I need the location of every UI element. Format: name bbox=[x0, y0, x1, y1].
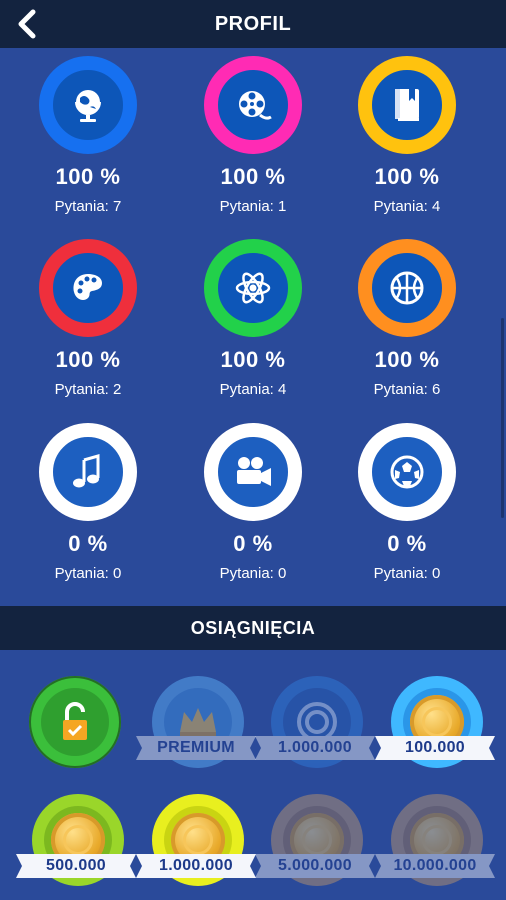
category-football[interactable]: 0 % Pytania: 0 bbox=[332, 423, 482, 582]
category-ring bbox=[358, 423, 456, 521]
book-icon bbox=[395, 89, 419, 121]
achievement-500k[interactable]: 500.000 bbox=[16, 794, 136, 894]
achievement-label: 500.000 bbox=[16, 854, 136, 878]
category-ring bbox=[358, 239, 456, 337]
chevron-left-icon bbox=[18, 9, 36, 39]
category-percent: 0 % bbox=[387, 531, 427, 556]
achievement-premium[interactable]: PREMIUM bbox=[136, 676, 256, 776]
achievement-label: 5.000.000 bbox=[255, 854, 375, 878]
category-questions: Pytania: 4 bbox=[373, 198, 441, 215]
category-ring bbox=[358, 56, 456, 154]
back-button[interactable] bbox=[8, 4, 48, 44]
scrollbar[interactable] bbox=[501, 318, 504, 518]
soccer-ball-icon bbox=[390, 455, 424, 489]
category-literature[interactable]: 100 % Pytania: 4 bbox=[332, 56, 482, 215]
category-percent: 0 % bbox=[233, 531, 273, 556]
category-percent: 100 % bbox=[220, 347, 286, 372]
app-header: PROFIL bbox=[0, 0, 506, 48]
category-percent: 100 % bbox=[374, 164, 440, 189]
atom-icon bbox=[235, 272, 271, 304]
movie-camera-icon bbox=[237, 457, 271, 486]
achievement-label: 1.000.000 bbox=[255, 736, 375, 760]
category-science[interactable]: 100 % Pytania: 4 bbox=[178, 239, 328, 398]
category-geography[interactable]: 100 % Pytania: 7 bbox=[13, 56, 163, 215]
category-questions: Pytania: 4 bbox=[219, 381, 287, 398]
category-percent: 100 % bbox=[55, 347, 121, 372]
category-ring bbox=[204, 56, 302, 154]
category-ring bbox=[39, 239, 137, 337]
achievement-5m[interactable]: 5.000.000 bbox=[255, 794, 375, 894]
category-cinema[interactable]: 0 % Pytania: 0 bbox=[178, 423, 328, 582]
category-questions: Pytania: 7 bbox=[54, 198, 122, 215]
category-ring bbox=[39, 423, 137, 521]
palette-icon bbox=[73, 274, 102, 300]
basketball-icon bbox=[390, 271, 424, 305]
achievement-label: 100.000 bbox=[375, 736, 495, 760]
category-questions: Pytania: 0 bbox=[219, 565, 287, 582]
achievements-header: OSIĄGNIĘCIA bbox=[0, 606, 506, 650]
page-title: PROFIL bbox=[214, 12, 292, 35]
category-art[interactable]: 100 % Pytania: 2 bbox=[13, 239, 163, 398]
film-reel-icon bbox=[239, 91, 272, 120]
category-ring bbox=[39, 56, 137, 154]
category-questions: Pytania: 0 bbox=[373, 565, 441, 582]
category-percent: 100 % bbox=[220, 164, 286, 189]
category-percent: 100 % bbox=[374, 347, 440, 372]
category-percent: 0 % bbox=[68, 531, 108, 556]
category-percent: 100 % bbox=[55, 164, 121, 189]
achievement-badge bbox=[29, 676, 121, 768]
category-questions: Pytania: 1 bbox=[219, 198, 287, 215]
category-ring bbox=[204, 423, 302, 521]
achievement-label: PREMIUM bbox=[136, 736, 256, 760]
category-questions: Pytania: 2 bbox=[54, 381, 122, 398]
achievement-label: 1.000.000 bbox=[136, 854, 256, 878]
achievement-10m[interactable]: 10.000.000 bbox=[375, 794, 495, 894]
category-questions: Pytania: 0 bbox=[54, 565, 122, 582]
achievement-label: 10.000.000 bbox=[375, 854, 495, 878]
achievement-100k[interactable]: 100.000 bbox=[375, 676, 495, 776]
category-sport[interactable]: 100 % Pytania: 6 bbox=[332, 239, 482, 398]
category-movies[interactable]: 100 % Pytania: 1 bbox=[178, 56, 328, 215]
category-questions: Pytania: 6 bbox=[373, 381, 441, 398]
achievement-1m[interactable]: 1.000.000 bbox=[136, 794, 256, 894]
category-ring bbox=[204, 239, 302, 337]
category-music[interactable]: 0 % Pytania: 0 bbox=[13, 423, 163, 582]
crown-icon bbox=[180, 708, 216, 737]
globe-icon bbox=[75, 90, 101, 122]
achievement-1m-target[interactable]: 1.000.000 bbox=[255, 676, 375, 776]
achievement-unlock[interactable] bbox=[13, 676, 133, 776]
music-note-icon bbox=[73, 454, 100, 488]
unlocked-padlock-icon bbox=[63, 702, 87, 740]
